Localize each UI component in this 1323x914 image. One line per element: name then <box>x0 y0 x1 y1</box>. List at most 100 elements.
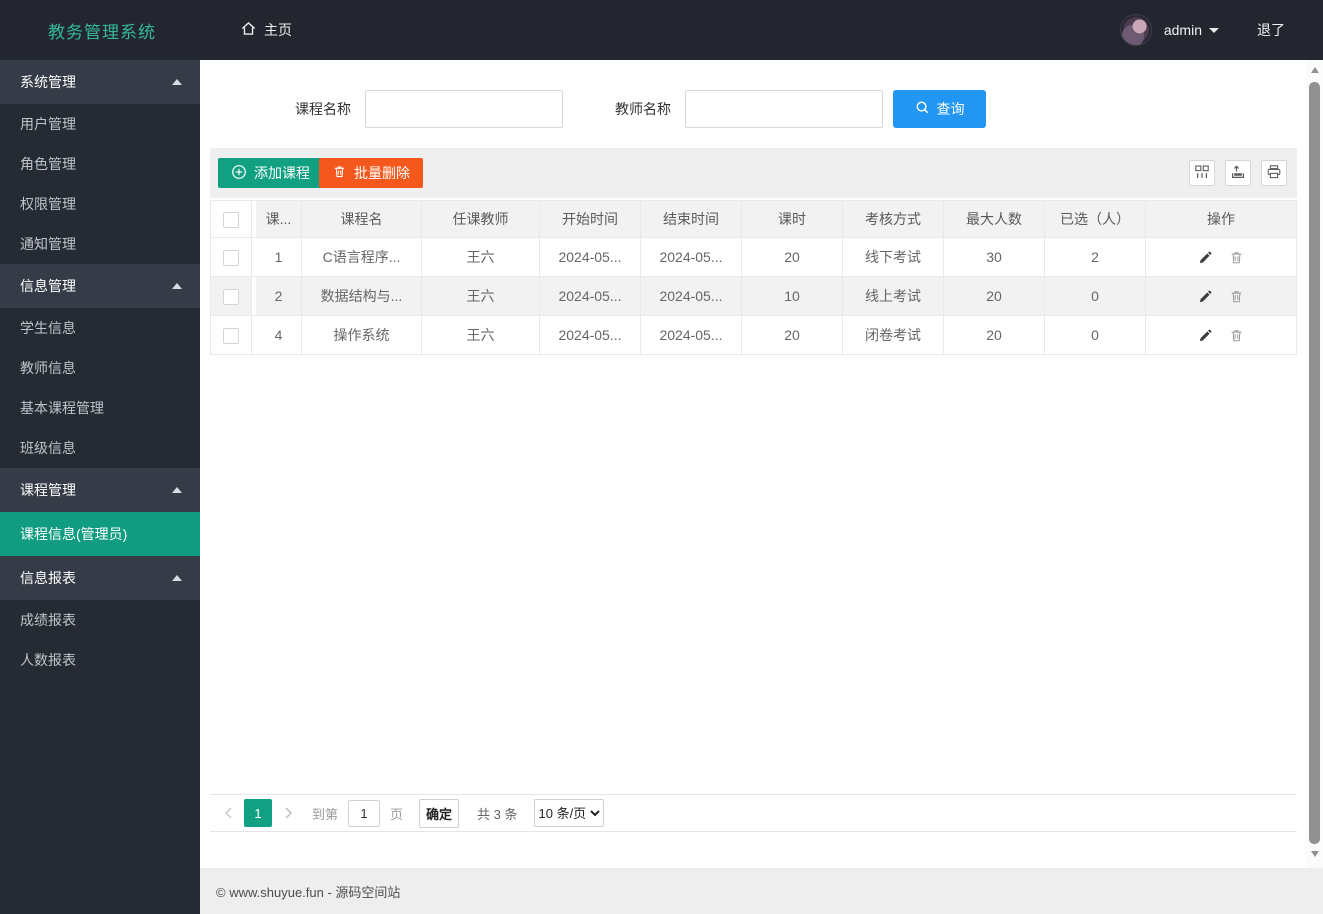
sidebar-group-reports[interactable]: 信息报表 <box>0 556 200 600</box>
sidebar-item-users[interactable]: 用户管理 <box>0 104 200 144</box>
page-size-select[interactable]: 10 条/页 <box>533 799 604 827</box>
sidebar-item-label: 课程信息(管理员) <box>20 526 128 542</box>
sidebar-group-label: 信息报表 <box>20 570 76 586</box>
plus-circle-icon <box>231 164 247 183</box>
course-table: 课... 课程名 任课教师 开始时间 结束时间 课时 考核方式 最大人数 已选（… <box>210 200 1297 355</box>
app-title[interactable]: 教务管理系统 <box>48 0 156 60</box>
search-icon <box>915 100 930 118</box>
caret-up-icon <box>172 575 182 581</box>
cell-end-time: 2024-05... <box>641 316 742 355</box>
batch-delete-button[interactable]: 批量删除 <box>319 158 423 188</box>
search-button[interactable]: 查询 <box>893 90 986 128</box>
sidebar-item-permissions[interactable]: 权限管理 <box>0 184 200 224</box>
sidebar-item-notices[interactable]: 通知管理 <box>0 224 200 264</box>
sidebar-item-label: 基本课程管理 <box>20 400 104 416</box>
sidebar: 系统管理 用户管理 角色管理 权限管理 通知管理 信息管理 学生信息 教师信息 … <box>0 60 200 914</box>
sidebar-item-headcount-report[interactable]: 人数报表 <box>0 640 200 680</box>
next-page-button[interactable] <box>278 799 298 827</box>
sidebar-item-label: 人数报表 <box>20 652 76 668</box>
goto-confirm-button[interactable]: 确定 <box>419 798 460 828</box>
sidebar-item-label: 角色管理 <box>20 156 76 172</box>
caret-down-icon <box>1310 851 1319 857</box>
sidebar-item-students[interactable]: 学生信息 <box>0 308 200 348</box>
navbar-right: admin 退了 <box>1119 0 1285 60</box>
add-course-button[interactable]: 添加课程 <box>218 158 323 188</box>
username[interactable]: admin <box>1164 22 1202 38</box>
cell-max-count: 30 <box>944 238 1045 277</box>
cell-course-id: 2 <box>256 277 302 316</box>
scroll-up-button[interactable] <box>1306 62 1323 78</box>
edit-button[interactable] <box>1198 289 1213 304</box>
cell-course-name: 操作系统 <box>302 316 422 355</box>
cell-max-count: 20 <box>944 316 1045 355</box>
sidebar-item-basic-courses[interactable]: 基本课程管理 <box>0 388 200 428</box>
teacher-name-input[interactable] <box>685 90 883 128</box>
prev-page-button[interactable] <box>218 799 238 827</box>
caret-down-icon <box>1209 27 1219 33</box>
page-number-button[interactable]: 1 <box>244 799 272 827</box>
caret-up-icon <box>172 283 182 289</box>
cell-teacher: 王六 <box>422 277 540 316</box>
delete-button[interactable] <box>1229 250 1244 265</box>
sidebar-item-roles[interactable]: 角色管理 <box>0 144 200 184</box>
cell-hours: 20 <box>742 238 843 277</box>
teacher-name-label: 教师名称 <box>615 101 671 117</box>
col-exam-type: 考核方式 <box>843 200 944 238</box>
add-course-label: 添加课程 <box>254 165 310 181</box>
sidebar-group-info[interactable]: 信息管理 <box>0 264 200 308</box>
col-teacher: 任课教师 <box>422 200 540 238</box>
row-checkbox[interactable] <box>223 249 239 266</box>
columns-filter-button[interactable] <box>1189 160 1215 186</box>
sidebar-group-label: 信息管理 <box>20 278 76 294</box>
delete-button[interactable] <box>1229 289 1244 304</box>
delete-button[interactable] <box>1229 328 1244 343</box>
sidebar-item-label: 班级信息 <box>20 440 76 456</box>
export-button[interactable] <box>1225 160 1251 186</box>
row-checkbox[interactable] <box>223 327 239 344</box>
col-operations: 操作 <box>1146 200 1297 238</box>
col-course-id: 课... <box>256 200 302 238</box>
print-icon <box>1266 164 1282 183</box>
goto-page-input[interactable] <box>348 799 381 827</box>
row-checkbox[interactable] <box>223 288 239 305</box>
sidebar-item-grade-report[interactable]: 成绩报表 <box>0 600 200 640</box>
course-name-input[interactable] <box>365 90 563 128</box>
cell-course-name: C语言程序... <box>302 238 422 277</box>
cell-course-id: 1 <box>256 238 302 277</box>
edit-button[interactable] <box>1198 250 1213 265</box>
sidebar-group-label: 系统管理 <box>20 74 76 90</box>
sidebar-group-system[interactable]: 系统管理 <box>0 60 200 104</box>
cell-teacher: 王六 <box>422 316 540 355</box>
cell-exam-type: 线下考试 <box>843 238 944 277</box>
vertical-scrollbar[interactable] <box>1306 60 1323 868</box>
cell-course-id: 4 <box>256 316 302 355</box>
search-button-label: 查询 <box>936 101 965 117</box>
page-footer: © www.shuyue.fun - 源码空间站 <box>200 868 1323 914</box>
select-all-checkbox[interactable] <box>223 211 239 228</box>
sidebar-item-classes[interactable]: 班级信息 <box>0 428 200 468</box>
print-button[interactable] <box>1261 160 1287 186</box>
edit-button[interactable] <box>1198 328 1213 343</box>
nav-home-label: 主页 <box>264 22 292 38</box>
cell-end-time: 2024-05... <box>641 238 742 277</box>
scrollbar-thumb[interactable] <box>1309 82 1320 844</box>
logout-link[interactable]: 退了 <box>1257 20 1285 40</box>
sidebar-group-courses[interactable]: 课程管理 <box>0 468 200 512</box>
trash-icon <box>332 164 347 182</box>
caret-up-icon <box>172 79 182 85</box>
scroll-down-button[interactable] <box>1306 846 1323 862</box>
sidebar-group-label: 课程管理 <box>20 482 76 498</box>
sidebar-item-course-info-admin[interactable]: 课程信息(管理员) <box>0 512 200 556</box>
sidebar-item-teachers[interactable]: 教师信息 <box>0 348 200 388</box>
goto-suffix-label: 页 <box>390 806 404 822</box>
table-row: 2 数据结构与... 王六 2024-05... 2024-05... 10 线… <box>210 277 1297 316</box>
avatar[interactable] <box>1119 14 1152 46</box>
cell-hours: 20 <box>742 316 843 355</box>
cell-start-time: 2024-05... <box>540 277 641 316</box>
sidebar-item-label: 用户管理 <box>20 116 76 132</box>
nav-home[interactable]: 主页 <box>240 0 292 60</box>
cell-exam-type: 闭卷考试 <box>843 316 944 355</box>
sidebar-item-label: 通知管理 <box>20 236 76 252</box>
columns-icon <box>1194 164 1210 183</box>
table-toolbar: 添加课程 批量删除 <box>210 148 1297 198</box>
